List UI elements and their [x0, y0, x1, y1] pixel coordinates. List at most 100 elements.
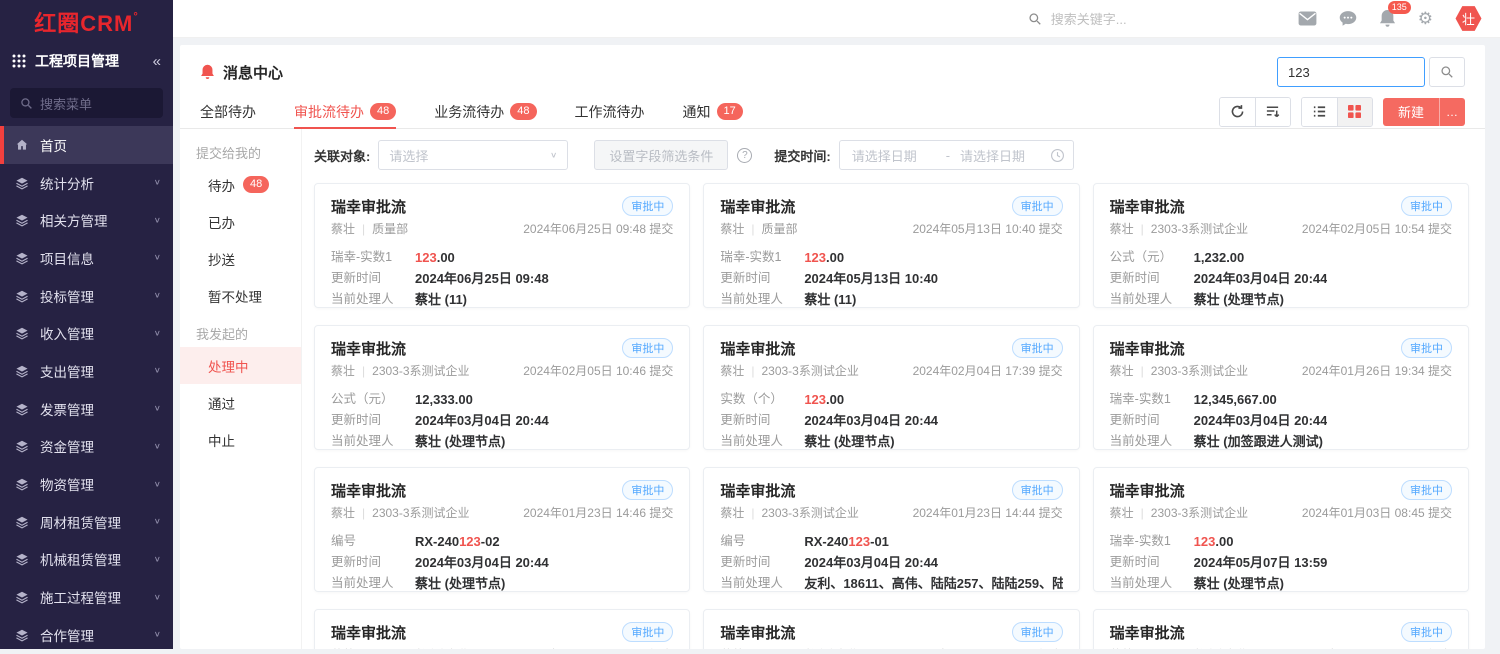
related-object-placeholder: 请选择 [389, 146, 428, 165]
card-subheader: 蔡壮 | 2303-3系测试企业 2024年02月05日 10:54 提交 [1110, 220, 1452, 237]
approval-card[interactable]: 瑞幸审批流 审批中 蔡壮 | 2303-3系测试企业 2024年02月05日 1… [314, 325, 690, 450]
list-view-button[interactable] [1302, 98, 1337, 126]
card-field-row: 更新时间 2024年06月25日 09:48 [331, 268, 673, 289]
card-fields: 瑞幸-实数1 123.00 更新时间 2024年06月25日 09:48 当前处… [331, 247, 673, 308]
app-switcher-row: 工程项目管理 « [0, 44, 173, 78]
create-more-button[interactable]: … [1439, 98, 1465, 126]
filter-item[interactable]: 暂不处理 [180, 277, 301, 314]
notifications-bell-icon[interactable]: 135 [1379, 9, 1396, 28]
approval-card[interactable]: 瑞幸审批流 审批中 蔡壮 | 2303-3系测试企业 2023年12月28日 1… [1093, 609, 1469, 649]
page-title: 消息中心 [200, 62, 283, 83]
approval-card[interactable]: 瑞幸审批流 审批中 蔡壮 | 2303-3系测试企业 2024年01月23日 1… [703, 467, 1079, 592]
sidebar-item[interactable]: 发票管理 ∨ [0, 390, 173, 428]
approval-card[interactable]: 瑞幸审批流 审批中 蔡壮 | 2303-3系测试企业 2023年12月29日 1… [314, 609, 690, 649]
field-value: 蔡壮 (处理节点) [415, 431, 505, 450]
sidebar-item[interactable]: 合作管理 ∨ [0, 616, 173, 654]
card-submit-time: 2024年01月23日 14:46 提交 [523, 504, 673, 521]
date-range-picker[interactable]: 请选择日期 - 请选择日期 [839, 140, 1074, 170]
sidebar-collapse-icon[interactable]: « [153, 53, 161, 70]
field-label: 更新时间 [720, 410, 804, 431]
apps-grid-icon[interactable] [12, 54, 26, 68]
layers-icon [14, 628, 30, 642]
sidebar-item[interactable]: 机械租赁管理 ∨ [0, 541, 173, 579]
approval-card[interactable]: 瑞幸审批流 审批中 蔡壮 | 质量部 2024年06月25日 09:48 提交 … [314, 183, 690, 308]
keyword-search-button[interactable] [1429, 57, 1465, 87]
approval-card[interactable]: 瑞幸审批流 审批中 蔡壮 | 2303-3系测试企业 2024年02月05日 1… [1093, 183, 1469, 308]
tab[interactable]: 全部待办 [200, 95, 256, 128]
search-icon [20, 97, 33, 110]
layers-icon [14, 326, 30, 340]
sidebar-search-input[interactable]: 搜索菜单 [10, 88, 163, 118]
app-title: 工程项目管理 [35, 51, 119, 71]
sidebar-item[interactable]: 施工过程管理 ∨ [0, 578, 173, 616]
sidebar-item[interactable]: 首页 [0, 126, 173, 164]
layers-icon [14, 289, 30, 303]
approval-card[interactable]: 瑞幸审批流 审批中 蔡壮 | 2303-3系测试企业 2024年02月04日 1… [703, 325, 1079, 450]
layers-icon [14, 477, 30, 491]
approval-card[interactable]: 瑞幸审批流 审批中 蔡壮 | 2303-3系测试企业 2024年01月26日 1… [1093, 325, 1469, 450]
filter-item[interactable]: 已办 [180, 203, 301, 240]
field-value: 蔡壮 (处理节点) [415, 573, 505, 592]
sidebar-item[interactable]: 周材租赁管理 ∨ [0, 503, 173, 541]
refresh-button[interactable] [1220, 98, 1255, 126]
filter-item[interactable]: 中止 [180, 421, 301, 458]
chevron-down-icon: ∨ [154, 178, 161, 187]
field-label: 公式（元） [1110, 247, 1194, 268]
card-title: 瑞幸审批流 [720, 196, 795, 217]
sidebar-item[interactable]: 物资管理 ∨ [0, 465, 173, 503]
status-badge: 审批中 [622, 196, 673, 216]
separator: | [362, 506, 365, 520]
start-date-input[interactable]: 请选择日期 [848, 146, 940, 165]
sidebar-item[interactable]: 统计分析 ∨ [0, 164, 173, 202]
approval-card[interactable]: 瑞幸审批流 审批中 蔡壮 | 质量部 2024年05月13日 10:40 提交 … [703, 183, 1079, 308]
chevron-down-icon: ∨ [154, 630, 161, 639]
sidebar-item[interactable]: 相关方管理 ∨ [0, 201, 173, 239]
card-header: 瑞幸审批流 审批中 [331, 622, 673, 643]
card-title: 瑞幸审批流 [331, 196, 406, 217]
create-button[interactable]: 新建 [1383, 98, 1439, 126]
keyword-search-input[interactable] [1277, 57, 1425, 87]
layers-icon [14, 515, 30, 529]
sidebar-item[interactable]: 项目信息 ∨ [0, 239, 173, 277]
global-search[interactable]: 搜索关键字... [1028, 9, 1298, 28]
field-filter-button[interactable]: 设置字段筛选条件 [594, 140, 728, 170]
field-label: 更新时间 [331, 268, 415, 289]
approval-card[interactable]: 瑞幸审批流 审批中 蔡壮 | 2303-3系测试企业 2024年01月23日 1… [314, 467, 690, 592]
approval-card[interactable]: 瑞幸审批流 审批中 蔡壮 | 2303-3系测试企业 2023年12月28日 1… [703, 609, 1079, 649]
tab[interactable]: 通知 17 [683, 95, 743, 128]
layers-icon [14, 176, 30, 190]
sidebar-item-label: 收入管理 [40, 323, 94, 343]
tab[interactable]: 审批流待办 48 [294, 95, 396, 128]
filter-bar: 关联对象: 请选择 ∨ 设置字段筛选条件 ? 提交时间: 请选择日期 - 请选择… [314, 139, 1469, 171]
sidebar-item[interactable]: 收入管理 ∨ [0, 314, 173, 352]
filter-item[interactable]: 通过 [180, 384, 301, 421]
chat-icon[interactable] [1339, 10, 1357, 27]
card-submit-time: 2024年05月13日 10:40 提交 [913, 220, 1063, 237]
card-fields: 编号 RX-240123-01 更新时间 2024年03月04日 20:44 当… [720, 531, 1062, 592]
status-badge: 审批中 [622, 338, 673, 358]
tab[interactable]: 业务流待办 48 [434, 95, 536, 128]
related-object-select[interactable]: 请选择 ∨ [378, 140, 568, 170]
layers-icon [14, 402, 30, 416]
sidebar-item-label: 施工过程管理 [40, 587, 121, 607]
sort-button[interactable] [1255, 98, 1290, 126]
mail-icon[interactable] [1298, 11, 1317, 26]
grid-view-button[interactable] [1337, 98, 1372, 126]
card-header: 瑞幸审批流 审批中 [331, 338, 673, 359]
sidebar-item[interactable]: 资金管理 ∨ [0, 428, 173, 466]
field-value: 1,232.00 [1194, 247, 1245, 268]
filter-item[interactable]: 抄送 [180, 240, 301, 277]
sidebar-item[interactable]: 支出管理 ∨ [0, 352, 173, 390]
tab[interactable]: 工作流待办 [575, 95, 645, 128]
gear-icon[interactable]: ⚙ [1418, 10, 1433, 27]
help-icon[interactable]: ? [737, 148, 752, 163]
sidebar-item[interactable]: 投标管理 ∨ [0, 277, 173, 315]
sidebar-item-label: 支出管理 [40, 361, 94, 381]
filter-item[interactable]: 处理中 [180, 347, 301, 384]
filter-item[interactable]: 待办 48 [180, 166, 301, 203]
approval-card[interactable]: 瑞幸审批流 审批中 蔡壮 | 2303-3系测试企业 2024年01月03日 0… [1093, 467, 1469, 592]
chevron-down-icon: ∨ [154, 216, 161, 225]
card-fields: 瑞幸-实数1 123.00 更新时间 2024年05月13日 10:40 当前处… [720, 247, 1062, 308]
avatar[interactable]: 壮 [1455, 5, 1482, 32]
end-date-input[interactable]: 请选择日期 [956, 146, 1048, 165]
